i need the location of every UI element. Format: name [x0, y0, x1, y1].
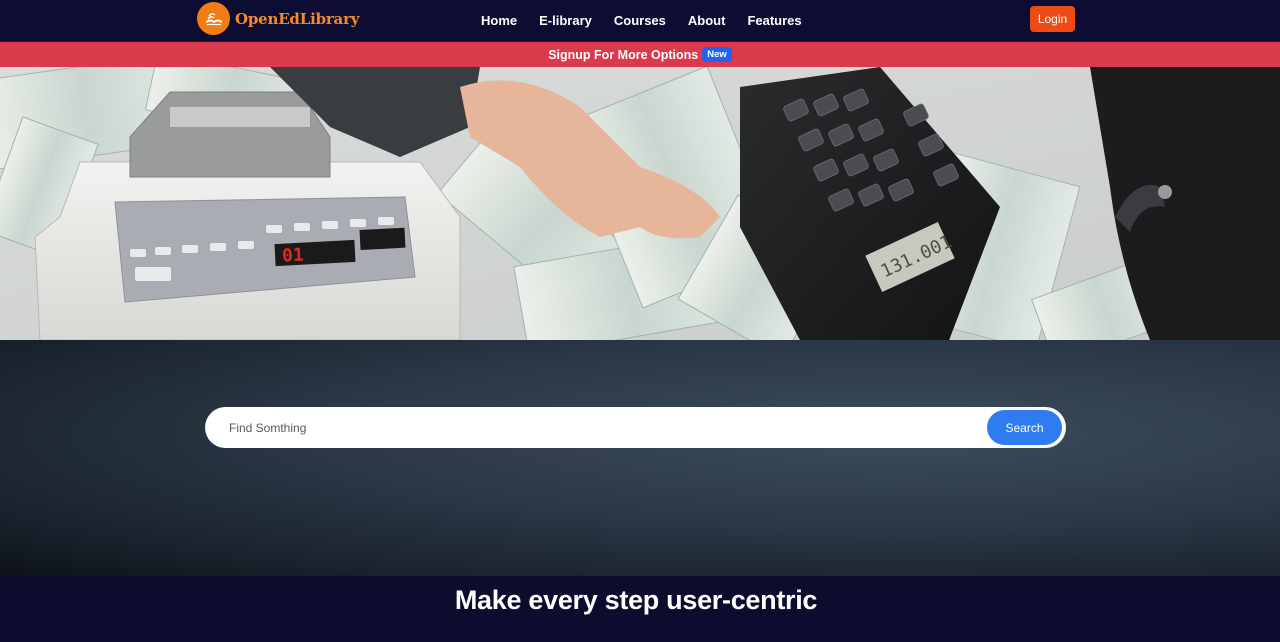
svg-text:01: 01	[282, 245, 305, 267]
tagline-section: Make every step user-centric	[0, 576, 1280, 642]
nav-home-link[interactable]: Home	[470, 13, 528, 28]
search-bar: Search	[205, 407, 1066, 448]
brand-name: OpenEdLibrary	[235, 9, 360, 28]
search-section: Search	[0, 340, 1280, 576]
open-book-icon	[197, 2, 230, 35]
new-badge: New	[702, 47, 732, 62]
nav-elibrary-link[interactable]: E-library	[528, 13, 603, 28]
announcement-text: Signup For More Options	[548, 47, 699, 62]
login-button[interactable]: Login	[1030, 6, 1075, 32]
nav-about-link[interactable]: About	[677, 13, 737, 28]
search-button[interactable]: Search	[987, 410, 1062, 445]
tagline-heading: Make every step user-centric	[454, 585, 818, 615]
hero-image: 01 131.001	[0, 67, 1280, 340]
nav-courses-link[interactable]: Courses	[603, 13, 677, 28]
nav-features-link[interactable]: Features	[736, 13, 812, 28]
top-navbar: OpenEdLibrary Home E-library Courses Abo…	[0, 0, 1280, 42]
signup-announcement-bar[interactable]: Signup For More Options New	[0, 42, 1280, 67]
brand-logo-link[interactable]: OpenEdLibrary	[197, 2, 360, 35]
main-nav: Home E-library Courses About Features	[470, 0, 813, 40]
search-input[interactable]	[223, 407, 983, 448]
